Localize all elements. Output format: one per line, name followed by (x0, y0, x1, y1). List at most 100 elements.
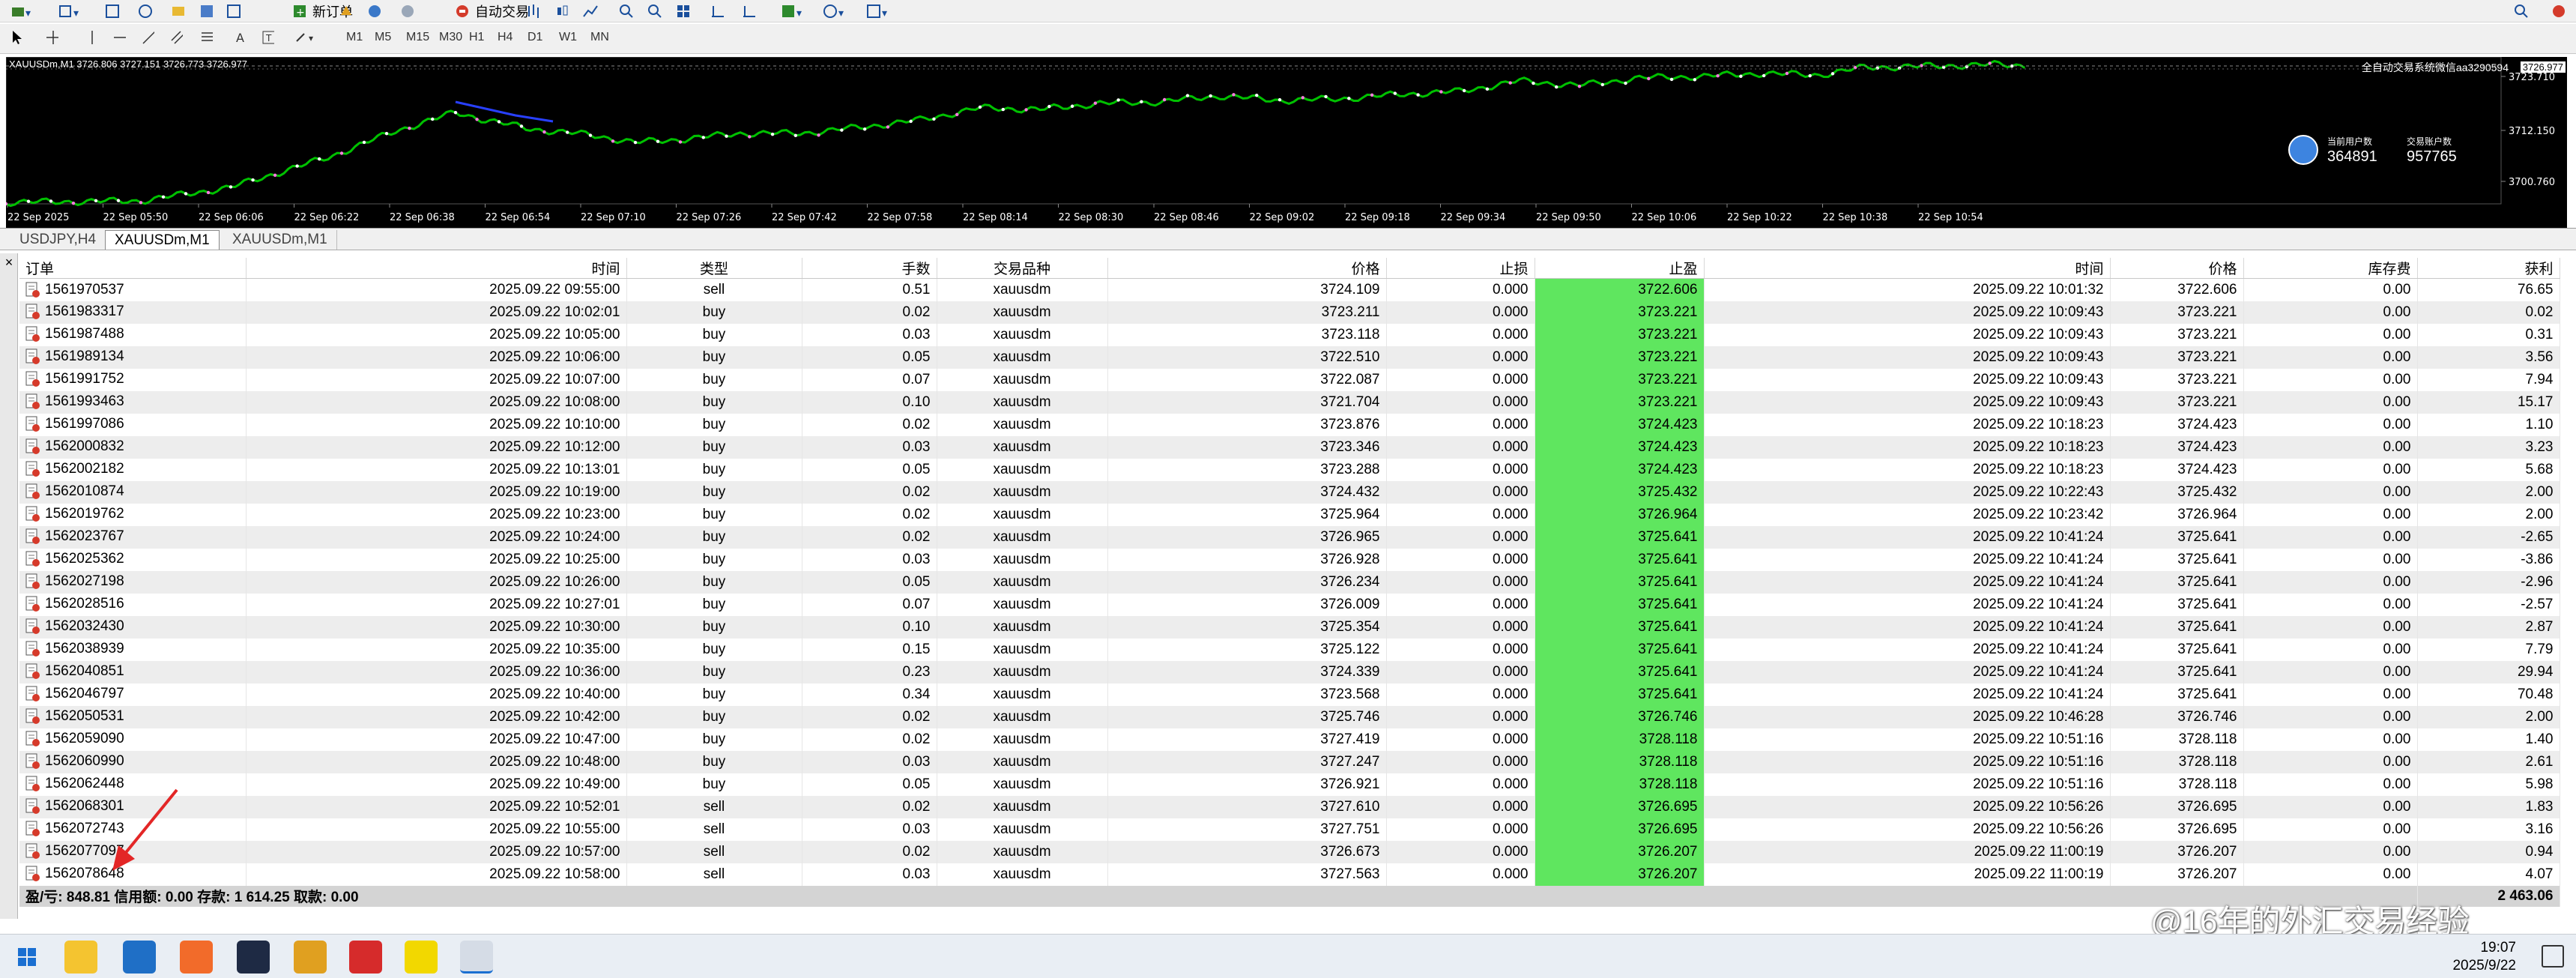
tab-usdjpy-h4[interactable]: USDJPY,H4 (10, 230, 106, 250)
column-header[interactable]: 类型 (626, 258, 802, 279)
clock[interactable]: 19:07 2025/9/22 (2452, 939, 2516, 975)
table-row[interactable]: 1562032430 2025.09.22 10:30:00 buy 0.10 xauu… (19, 615, 2560, 639)
timeframe-h4[interactable]: H4 (495, 27, 515, 48)
tab-xauusdm-m1-active[interactable]: XAUUSDm,M1 (105, 230, 220, 250)
column-header[interactable]: 止盈 (1535, 258, 1705, 279)
timeframe-m5[interactable]: M5 (372, 27, 394, 48)
channel-icon[interactable] (166, 27, 186, 48)
metaeditor-icon[interactable] (336, 0, 357, 22)
trade-marker (1324, 94, 1328, 99)
file-explorer-icon[interactable] (64, 941, 97, 974)
bar-chart-icon[interactable] (523, 0, 544, 22)
chart-shift-icon[interactable] (707, 0, 728, 22)
zoom-in-icon[interactable] (616, 0, 637, 22)
table-row[interactable]: 1562062448 2025.09.22 10:49:00 buy 0.05 xauu… (19, 773, 2560, 796)
timeframe-d1[interactable]: D1 (524, 27, 545, 48)
table-row[interactable]: 1562040851 2025.09.22 10:36:00 buy 0.23 xauu… (19, 660, 2560, 683)
close-icon[interactable]: × (1, 255, 16, 270)
timeframe-h1[interactable]: H1 (466, 27, 487, 48)
app-icon-3[interactable] (349, 941, 382, 974)
trendline-icon[interactable] (138, 27, 157, 48)
autoscroll-icon[interactable] (739, 0, 760, 22)
table-row[interactable]: 1561991752 2025.09.22 10:07:00 buy 0.07 xauu… (19, 368, 2560, 391)
table-row[interactable]: 1562072743 2025.09.22 10:55:00 sell 0.03 xau… (19, 818, 2560, 841)
navigator-icon[interactable] (135, 0, 156, 22)
timeframe-m1[interactable]: M1 (343, 27, 366, 48)
crosshair-icon[interactable] (42, 27, 61, 48)
table-row[interactable]: 1562002182 2025.09.22 10:13:01 buy 0.05 xauu… (19, 458, 2560, 481)
fibonacci-icon[interactable] (196, 27, 216, 48)
profiles-icon[interactable]: ▾ (54, 0, 84, 22)
search-icon[interactable] (2510, 0, 2533, 22)
table-row[interactable]: 1562060990 2025.09.22 10:48:00 buy 0.03 xauu… (19, 750, 2560, 773)
table-row[interactable]: 1561983317 2025.09.22 10:02:01 buy 0.02 xauu… (19, 301, 2560, 324)
column-header[interactable]: 价格 (1107, 258, 1387, 279)
vertical-line-icon[interactable] (81, 27, 100, 48)
templates-icon[interactable]: ▾ (862, 0, 895, 22)
column-header[interactable]: 时间 (1704, 258, 2111, 279)
column-header[interactable]: 价格 (2110, 258, 2244, 279)
terminal-icon[interactable] (196, 0, 217, 22)
signals-icon[interactable] (364, 0, 385, 22)
zoom-out-icon[interactable] (644, 0, 665, 22)
table-cell: 0.02 (802, 705, 937, 728)
table-row[interactable]: 1562078648 2025.09.22 10:58:00 sell 0.03 xau… (19, 863, 2560, 886)
table-row[interactable]: 1561993463 2025.09.22 10:08:00 buy 0.10 xauu… (19, 390, 2560, 414)
horizontal-line-icon[interactable] (109, 27, 129, 48)
table-header: 订单 时间 类型 手数 交易品种 价格 止损 止盈 时间 价格 库存费 获利 (19, 258, 2560, 279)
table-row[interactable]: 1561970537 2025.09.22 09:55:00 sell 0.51 xau… (19, 278, 2560, 301)
line-chart-icon[interactable] (580, 0, 601, 22)
column-header[interactable]: 手数 (802, 258, 937, 279)
table-row[interactable]: 1561997086 2025.09.22 10:10:00 buy 0.02 xauu… (19, 413, 2560, 436)
mt4-taskbar-icon[interactable] (460, 941, 493, 974)
notification-center-icon[interactable] (2542, 945, 2564, 968)
table-row[interactable]: 1562010874 2025.09.22 10:19:00 buy 0.02 xauu… (19, 480, 2560, 504)
table-row[interactable]: 1562050531 2025.09.22 10:42:00 buy 0.02 xauu… (19, 705, 2560, 728)
table-row[interactable]: 1562025362 2025.09.22 10:25:00 buy 0.03 xauu… (19, 548, 2560, 571)
timeframe-mn[interactable]: MN (587, 27, 612, 48)
app-icon-4[interactable] (405, 941, 438, 974)
timeframe-w1[interactable]: W1 (556, 27, 580, 48)
table-row[interactable]: 1562027198 2025.09.22 10:26:00 buy 0.05 xauu… (19, 570, 2560, 594)
table-row[interactable]: 1562019762 2025.09.22 10:23:00 buy 0.02 xauu… (19, 503, 2560, 526)
text-tool-icon[interactable]: A (229, 27, 249, 48)
column-header[interactable]: 订单 (19, 258, 247, 279)
table-row[interactable]: 1561989134 2025.09.22 10:06:00 buy 0.05 xauu… (19, 345, 2560, 369)
strategy-tester-icon[interactable] (223, 0, 244, 22)
market-watch-icon[interactable] (102, 0, 123, 22)
column-header[interactable]: 时间 (246, 258, 627, 279)
notifications-icon[interactable] (2548, 0, 2570, 22)
table-row[interactable]: 1562023767 2025.09.22 10:24:00 buy 0.02 xauu… (19, 525, 2560, 549)
store-icon[interactable] (123, 941, 156, 974)
table-row[interactable]: 1561987488 2025.09.22 10:05:00 buy 0.03 xauu… (19, 323, 2560, 346)
start-icon[interactable] (10, 941, 43, 974)
text-label-icon[interactable]: T (258, 27, 277, 48)
periods-icon[interactable]: ▾ (818, 0, 851, 22)
tab-xauusdm-m1[interactable]: XAUUSDm,M1 (223, 230, 337, 250)
app-icon-1[interactable] (237, 941, 270, 974)
column-header[interactable]: 获利 (2417, 258, 2560, 279)
column-header[interactable]: 止损 (1386, 258, 1535, 279)
table-row[interactable]: 1562000832 2025.09.22 10:12:00 buy 0.03 xauu… (19, 435, 2560, 459)
table-row[interactable]: 1562038939 2025.09.22 10:35:00 buy 0.15 xauu… (19, 638, 2560, 661)
app-icon-2[interactable] (294, 941, 327, 974)
tile-windows-icon[interactable] (673, 0, 694, 22)
column-header[interactable]: 交易品种 (937, 258, 1108, 279)
browser-icon[interactable] (180, 941, 213, 974)
timeframe-m30[interactable]: M30 (436, 27, 465, 48)
table-row[interactable]: 1562028516 2025.09.22 10:27:01 buy 0.07 xauu… (19, 593, 2560, 616)
candlestick-icon[interactable] (551, 0, 572, 22)
table-row[interactable]: 1562077097 2025.09.22 10:57:00 sell 0.02 xau… (19, 840, 2560, 863)
indicators-icon[interactable]: ▾ (776, 0, 809, 22)
column-header[interactable]: 库存费 (2243, 258, 2418, 279)
data-window-icon[interactable] (168, 0, 189, 22)
arrows-icon[interactable]: ▾ (291, 27, 321, 48)
timeframe-m15[interactable]: M15 (403, 27, 432, 48)
community-icon[interactable] (397, 0, 418, 22)
table-row[interactable]: 1562068301 2025.09.22 10:52:01 sell 0.02 xau… (19, 795, 2560, 818)
price-chart[interactable]: 3723.710 3712.150 3700.760 22 Sep 2025 22 Se… (6, 57, 2567, 228)
table-row[interactable]: 1562046797 2025.09.22 10:40:00 buy 0.34 xauu… (19, 683, 2560, 706)
table-row[interactable]: 1562059090 2025.09.22 10:47:00 buy 0.02 xauu… (19, 728, 2560, 751)
new-chart-icon[interactable]: ▾ (6, 0, 36, 22)
cursor-icon[interactable] (7, 27, 27, 48)
